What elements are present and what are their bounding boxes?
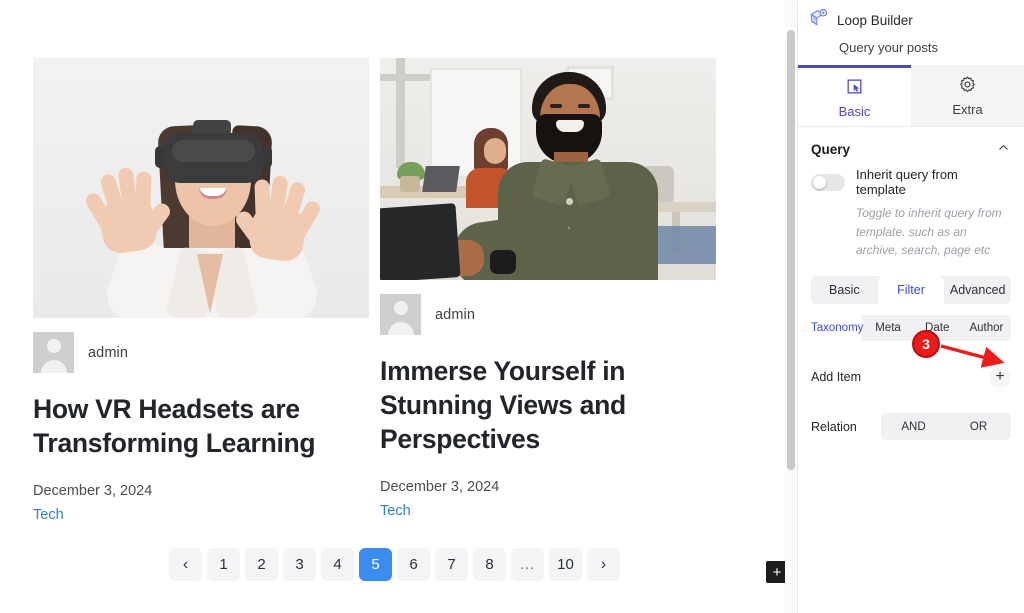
pagination-page-2[interactable]: 2	[245, 548, 278, 581]
relation-or[interactable]: OR	[946, 413, 1011, 440]
subtab-date[interactable]: Date	[913, 315, 962, 341]
post-author-row: admin	[33, 332, 369, 373]
subtab-meta[interactable]: Meta	[863, 315, 912, 341]
post-featured-image[interactable]	[380, 58, 716, 280]
post-featured-image[interactable]	[33, 58, 369, 318]
panel-title: Loop Builder	[837, 12, 913, 28]
canvas-scrollbar[interactable]	[785, 0, 796, 613]
pagination-page-6[interactable]: 6	[397, 548, 430, 581]
post-term-link[interactable]: Tech	[33, 507, 369, 523]
pagination-page-5-current[interactable]: 5	[359, 548, 392, 581]
panel-header: Loop Builder Query your posts	[798, 0, 1024, 65]
add-item-row: Add Item +	[811, 363, 1011, 391]
post-card[interactable]: admin How VR Headsets are Transforming L…	[33, 58, 369, 523]
panel-tabs: Basic Extra	[798, 65, 1024, 127]
query-mode-tabs: Basic Filter Advanced	[811, 275, 1011, 304]
post-author-row: admin	[380, 294, 716, 335]
panel-subtitle: Query your posts	[839, 40, 938, 55]
query-tab-advanced[interactable]: Advanced	[944, 276, 1011, 304]
post-date: December 3, 2024	[33, 482, 153, 499]
query-tab-filter[interactable]: Filter	[877, 275, 945, 304]
inherit-query-label: Inherit query from template	[856, 167, 958, 197]
tab-basic-label: Basic	[838, 103, 871, 119]
pagination-next[interactable]: ›	[587, 548, 620, 581]
pagination: ‹ 1 2 3 4 5 6 7 8 … 10 ›	[0, 548, 789, 581]
loop-builder-icon	[808, 8, 829, 32]
post-card[interactable]: admin Immerse Yourself in Stunning Views…	[380, 58, 716, 519]
relation-label: Relation	[811, 419, 857, 434]
query-section-title: Query	[811, 141, 851, 157]
pagination-page-1[interactable]: 1	[207, 548, 240, 581]
inherit-query-toggle[interactable]	[811, 173, 845, 191]
post-author-name[interactable]: admin	[435, 307, 475, 323]
inherit-query-row: Inherit query from template	[798, 167, 1024, 197]
pagination-page-10[interactable]: 10	[549, 548, 582, 581]
loop-builder-panel: Loop Builder Query your posts Basic Extr…	[797, 0, 1024, 613]
subtab-author[interactable]: Author	[962, 315, 1011, 341]
tab-extra-label: Extra	[952, 102, 983, 117]
filter-subtabs: Taxonomy Meta Date Author	[811, 314, 1011, 341]
post-term-link[interactable]: Tech	[380, 503, 716, 519]
post-title[interactable]: Immerse Yourself in Stunning Views and P…	[380, 355, 716, 457]
avatar	[33, 332, 74, 373]
editor-canvas: admin How VR Headsets are Transforming L…	[0, 0, 789, 613]
inherit-query-help: Toggle to inherit query from template. s…	[856, 206, 1002, 258]
gear-icon	[958, 75, 977, 97]
subtab-taxonomy[interactable]: Taxonomy	[811, 314, 864, 341]
vr-headset-photo	[33, 58, 369, 318]
pagination-page-8[interactable]: 8	[473, 548, 506, 581]
pagination-page-3[interactable]: 3	[283, 548, 316, 581]
post-author-name[interactable]: admin	[88, 345, 128, 361]
pagination-page-7[interactable]: 7	[435, 548, 468, 581]
relation-and[interactable]: AND	[881, 413, 946, 440]
posts-grid: admin How VR Headsets are Transforming L…	[0, 0, 789, 540]
query-section-header[interactable]: Query	[798, 127, 1024, 167]
tab-extra[interactable]: Extra	[911, 65, 1024, 126]
pagination-ellipsis: …	[511, 548, 544, 581]
pagination-prev[interactable]: ‹	[169, 548, 202, 581]
relation-row: Relation AND OR	[811, 413, 1011, 441]
query-tab-basic[interactable]: Basic	[811, 276, 878, 304]
app-screen: admin How VR Headsets are Transforming L…	[0, 0, 1024, 613]
relation-group: AND OR	[881, 413, 1011, 441]
post-date: December 3, 2024	[380, 478, 500, 495]
tab-basic[interactable]: Basic	[798, 65, 911, 126]
avatar	[380, 294, 421, 335]
post-title[interactable]: How VR Headsets are Transforming Learnin…	[33, 393, 369, 461]
cursor-select-icon	[845, 77, 864, 99]
office-man-photo	[380, 58, 716, 280]
add-item-label: Add Item	[811, 369, 862, 384]
add-item-button[interactable]: +	[989, 365, 1011, 388]
canvas-scrollbar-thumb[interactable]	[787, 30, 795, 470]
chevron-up-icon[interactable]	[997, 141, 1010, 157]
pagination-page-4[interactable]: 4	[321, 548, 354, 581]
